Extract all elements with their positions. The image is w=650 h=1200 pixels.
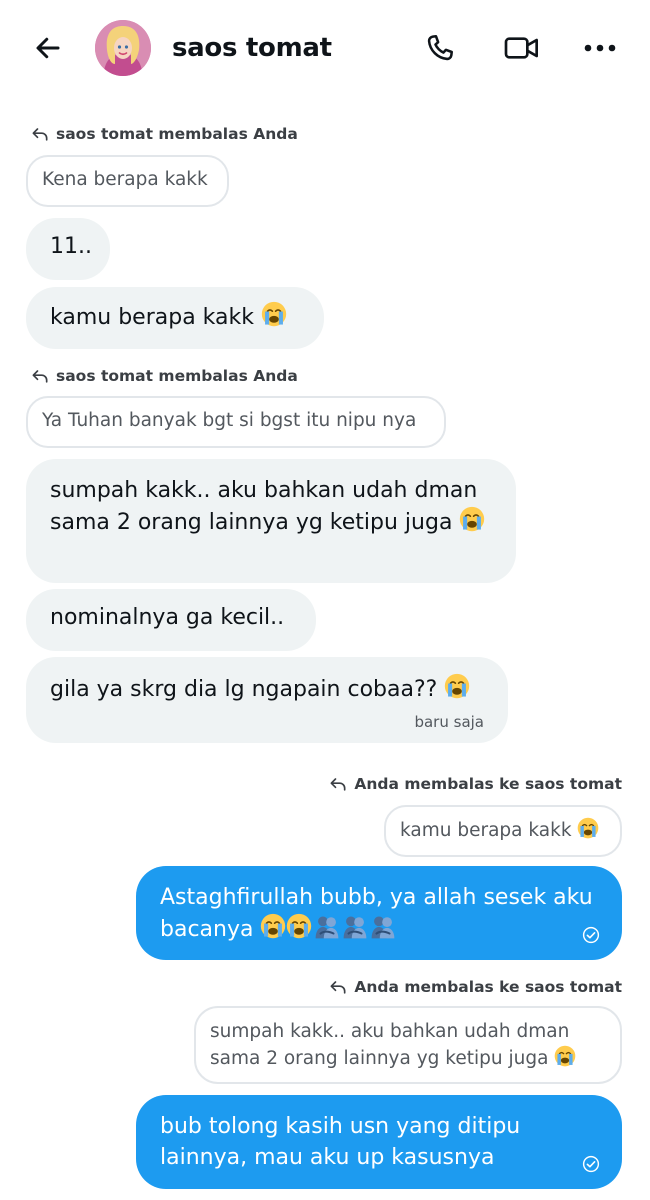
conversation-header: saos tomat: [0, 0, 650, 100]
video-call-button[interactable]: [502, 28, 542, 68]
quoted-text: kamu berapa kakk: [400, 820, 572, 841]
quoted-text: Ya Tuhan banyak bgt si bgst itu nipu nya: [42, 410, 417, 431]
outgoing-message-bubble[interactable]: Astaghfirullah bubb, ya allah sesek aku …: [136, 866, 622, 960]
reply-context-label: saos tomat membalas Anda: [30, 366, 298, 386]
read-check-icon: [582, 926, 600, 944]
loudly-crying-face-icon: [260, 913, 286, 939]
reply-label-text: Anda membalas ke saos tomat: [354, 775, 622, 793]
arrow-left-icon: [36, 37, 60, 59]
loudly-crying-face-icon: [261, 301, 287, 327]
loudly-crying-face-icon: [577, 817, 599, 839]
people-hugging-icon: [370, 914, 396, 940]
reply-arrow-icon: [30, 124, 50, 144]
reply-context-label: saos tomat membalas Anda: [30, 124, 298, 144]
loudly-crying-face-icon: [286, 913, 312, 939]
message-text: nominalnya ga kecil..: [50, 605, 285, 630]
outgoing-message-bubble[interactable]: bub tolong kasih usn yang ditipu lainnya…: [136, 1095, 622, 1189]
reply-arrow-icon: [30, 366, 50, 386]
incoming-message-bubble[interactable]: gila ya skrg dia lg ngapain cobaa?? baru…: [26, 657, 508, 743]
incoming-message-bubble[interactable]: 11..: [26, 218, 110, 280]
more-horizontal-icon: [584, 44, 616, 52]
loudly-crying-face-icon: [554, 1045, 576, 1067]
people-hugging-icon: [314, 914, 340, 940]
message-text: sumpah kakk.. aku bahkan udah dman sama …: [50, 478, 478, 535]
message-text: bub tolong kasih usn yang ditipu lainnya…: [160, 1114, 521, 1170]
message-text: kamu berapa kakk: [50, 305, 254, 330]
incoming-message-bubble[interactable]: nominalnya ga kecil..: [26, 589, 316, 651]
quoted-message[interactable]: Kena berapa kakk: [26, 155, 229, 207]
people-hugging-icon: [342, 914, 368, 940]
call-button[interactable]: [420, 28, 460, 68]
message-text: 11..: [50, 234, 92, 259]
read-check-icon: [582, 1155, 600, 1173]
more-options-button[interactable]: [580, 28, 620, 68]
avatar-image: [95, 20, 151, 76]
reply-arrow-icon: [328, 977, 348, 997]
reply-context-label: Anda membalas ke saos tomat: [328, 774, 622, 794]
reply-label-text: saos tomat membalas Anda: [56, 125, 298, 143]
reply-label-text: Anda membalas ke saos tomat: [354, 978, 622, 996]
phone-icon: [427, 35, 453, 61]
contact-name[interactable]: saos tomat: [172, 30, 332, 66]
reply-context-label: Anda membalas ke saos tomat: [328, 977, 622, 997]
message-text: gila ya skrg dia lg ngapain cobaa??: [50, 677, 438, 702]
incoming-message-bubble[interactable]: kamu berapa kakk: [26, 287, 324, 349]
reply-arrow-icon: [328, 774, 348, 794]
avatar[interactable]: [95, 20, 151, 76]
back-button[interactable]: [30, 30, 66, 66]
quoted-text: Kena berapa kakk: [42, 169, 208, 190]
loudly-crying-face-icon: [444, 673, 470, 699]
quoted-message[interactable]: Ya Tuhan banyak bgt si bgst itu nipu nya: [26, 396, 446, 448]
quoted-message[interactable]: sumpah kakk.. aku bahkan udah dman sama …: [194, 1006, 622, 1084]
quoted-message[interactable]: kamu berapa kakk: [384, 805, 622, 857]
loudly-crying-face-icon: [459, 506, 485, 532]
reply-label-text: saos tomat membalas Anda: [56, 367, 298, 385]
incoming-message-bubble[interactable]: sumpah kakk.. aku bahkan udah dman sama …: [26, 459, 516, 583]
message-timestamp: baru saja: [414, 713, 484, 731]
quoted-text: sumpah kakk.. aku bahkan udah dman sama …: [210, 1021, 570, 1069]
video-camera-icon: [504, 37, 538, 59]
